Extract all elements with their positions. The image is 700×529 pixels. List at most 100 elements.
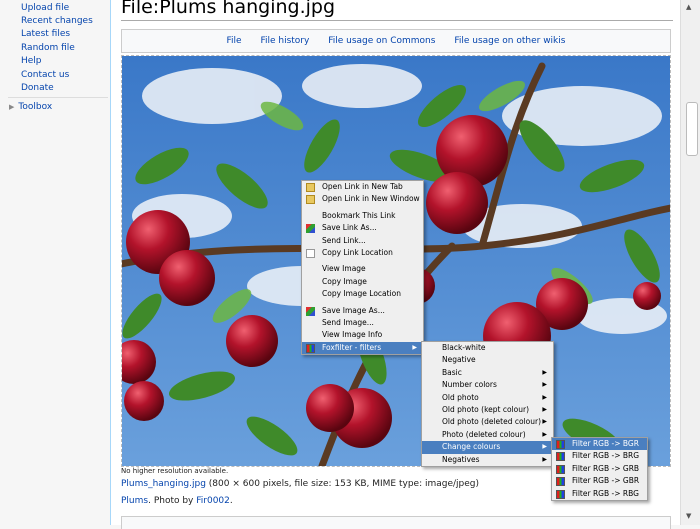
menu-item-label: View Image	[322, 264, 366, 274]
save-icon	[306, 224, 315, 234]
submenu-arrow-icon: ▶	[412, 343, 417, 351]
toolbox-label: Toolbox	[18, 102, 53, 112]
sidebar-link-contact[interactable]: Contact us	[21, 69, 69, 81]
menu-item-label: Copy Image Location	[322, 289, 402, 299]
tab-file-history[interactable]: File history	[260, 36, 309, 46]
submenu-arrow-icon: ▶	[542, 455, 547, 463]
tab-file[interactable]: File	[227, 36, 242, 46]
page-icon	[306, 248, 315, 258]
tab-file-usage-commons[interactable]: File usage on Commons	[328, 36, 435, 46]
fox-old-photo-deleted[interactable]: Old photo (deleted colour) ▶	[422, 416, 553, 428]
filter-rgb-rbg[interactable]: Filter RGB -> RBG	[552, 488, 647, 500]
menu-open-link-new-window[interactable]: Open Link in New Window	[302, 193, 423, 205]
menu-copy-link-location[interactable]: Copy Link Location	[302, 247, 423, 259]
page-scrollbar[interactable]: ▲ ▼	[680, 0, 700, 525]
grid-icon	[556, 452, 565, 462]
foxfilter-submenu: Black-white Negative Basic ▶ Number color…	[421, 341, 554, 467]
submenu-arrow-icon: ▶	[542, 443, 547, 451]
grid-icon	[556, 464, 565, 474]
menu-item-label: Send Image...	[322, 317, 374, 327]
desc-text: . Photo by	[148, 496, 197, 506]
submenu-arrow-icon: ▶	[542, 430, 547, 438]
menu-item-label: Send Link...	[322, 235, 366, 245]
file-description: Plums. Photo by Fir0002.	[121, 496, 233, 506]
author-link[interactable]: Fir0002	[196, 496, 230, 506]
plums-link[interactable]: Plums	[121, 496, 148, 506]
sidebar: Upload file Recent changes Latest files …	[0, 0, 110, 525]
scroll-up-icon[interactable]: ▲	[686, 3, 691, 11]
filter-rgb-gbr[interactable]: Filter RGB -> GBR	[552, 475, 647, 487]
sidebar-link-random-file[interactable]: Random file	[21, 42, 75, 54]
fox-old-photo-kept[interactable]: Old photo (kept colour) ▶	[422, 404, 553, 416]
sidebar-link-help[interactable]: Help	[21, 55, 42, 67]
filter-rgb-brg[interactable]: Filter RGB -> BRG	[552, 450, 647, 462]
menu-item-label: Negative	[442, 355, 476, 365]
grid-icon	[556, 440, 565, 449]
fox-negatives[interactable]: Negatives ▶	[422, 454, 553, 466]
menu-copy-image[interactable]: Copy Image	[302, 276, 423, 288]
menu-item-label: View Image Info	[322, 330, 383, 340]
fox-black-white[interactable]: Black-white	[422, 342, 553, 354]
fox-photo-deleted[interactable]: Photo (deleted colour) ▶	[422, 429, 553, 441]
menu-item-label: Foxfilter - filters	[322, 342, 382, 352]
menu-send-link[interactable]: Send Link...	[302, 235, 423, 247]
menu-save-link-as[interactable]: Save Link As...	[302, 222, 423, 234]
menu-copy-image-location[interactable]: Copy Image Location	[302, 288, 423, 300]
file-link[interactable]: Plums_hanging.jpg	[121, 479, 206, 489]
filter-rgb-grb[interactable]: Filter RGB -> GRB	[552, 463, 647, 475]
triangle-right-icon: ▶	[9, 103, 15, 111]
page-title: File:Plums hanging.jpg	[121, 0, 336, 18]
sidebar-link-upload[interactable]: Upload file	[21, 2, 69, 14]
menu-open-link-new-tab[interactable]: Open Link in New Tab	[302, 181, 423, 193]
menu-send-image[interactable]: Send Image...	[302, 317, 423, 329]
fox-basic[interactable]: Basic ▶	[422, 367, 553, 379]
menu-foxfilter-filters[interactable]: Foxfilter - filters ▶	[302, 341, 423, 355]
folder-icon	[306, 183, 315, 192]
menu-save-image-as[interactable]: Save Image As...	[302, 305, 423, 317]
scroll-thumb[interactable]	[686, 102, 698, 156]
menu-item-label: Open Link in New Window	[322, 194, 420, 204]
menu-item-label: Old photo (deleted colour)	[442, 417, 541, 427]
menu-item-label: Old photo (kept colour)	[442, 404, 529, 414]
grid-icon	[556, 477, 565, 487]
menu-item-label: Photo (deleted colour)	[442, 429, 526, 439]
menu-bookmark-link[interactable]: Bookmark This Link	[302, 210, 423, 222]
menu-item-label: Filter RGB -> BRG	[572, 451, 640, 461]
menu-view-image-info[interactable]: View Image Info	[302, 329, 423, 341]
title-divider	[121, 20, 673, 21]
grid-icon	[556, 489, 565, 499]
submenu-arrow-icon: ▶	[542, 405, 547, 413]
filter-rgb-bgr[interactable]: Filter RGB -> BGR	[552, 438, 647, 451]
folder-icon	[306, 195, 315, 205]
sidebar-link-latest-files[interactable]: Latest files	[21, 28, 70, 40]
menu-item-label: Bookmark This Link	[322, 210, 396, 220]
sidebar-link-donate[interactable]: Donate	[21, 82, 54, 94]
sidebar-link-recent-changes[interactable]: Recent changes	[21, 15, 93, 27]
fox-negative[interactable]: Negative	[422, 354, 553, 366]
submenu-arrow-icon: ▶	[542, 368, 547, 376]
submenu-arrow-icon: ▶	[542, 393, 547, 401]
scroll-down-icon[interactable]: ▼	[686, 512, 691, 520]
save-icon	[306, 306, 315, 316]
fox-old-photo[interactable]: Old photo ▶	[422, 392, 553, 404]
menu-item-label: Basic	[442, 367, 462, 377]
submenu-arrow-icon: ▶	[542, 381, 547, 389]
toolbox-toggle[interactable]: ▶ Toolbox	[9, 102, 52, 112]
menu-view-image[interactable]: View Image	[302, 263, 423, 275]
menu-item-label: Save Link As...	[322, 223, 377, 233]
menu-item-label: Filter RGB -> GRB	[572, 463, 640, 473]
tab-file-usage-other[interactable]: File usage on other wikis	[454, 36, 565, 46]
menu-item-label: Filter RGB -> BGR	[572, 439, 639, 448]
file-tabs: File File history File usage on Commons …	[121, 29, 671, 53]
no-higher-resolution-note: No higher resolution available.	[121, 467, 229, 475]
fox-number-colors[interactable]: Number colors ▶	[422, 379, 553, 391]
desc-end: .	[229, 496, 233, 506]
change-colours-submenu: Filter RGB -> BGR Filter RGB -> BRG Filt…	[551, 437, 648, 501]
file-meta: (800 × 600 pixels, file size: 153 KB, MI…	[205, 479, 480, 489]
sidebar-divider	[8, 97, 108, 98]
menu-item-label: Copy Link Location	[322, 247, 393, 257]
fox-change-colours[interactable]: Change colours ▶	[422, 441, 553, 454]
bottom-section-box	[121, 516, 671, 529]
menu-item-label: Filter RGB -> GBR	[572, 476, 640, 486]
menu-item-label: Old photo	[442, 392, 479, 402]
